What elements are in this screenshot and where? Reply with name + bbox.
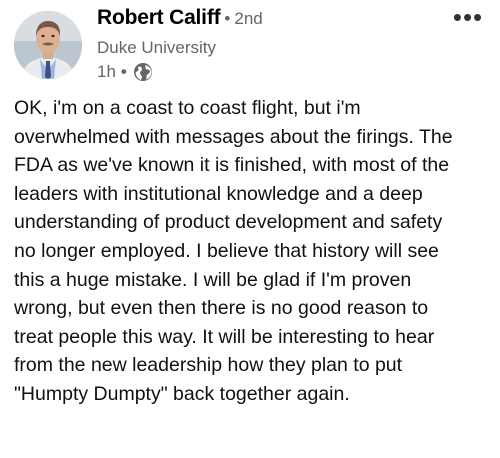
post-card: Robert Califf • 2nd Duke University 1h • … <box>0 0 500 458</box>
name-row: Robert Califf • 2nd <box>97 6 437 34</box>
time-separator: • <box>120 62 127 81</box>
author-headline: Duke University <box>97 38 217 57</box>
post-timestamp-row: 1h • <box>97 60 437 84</box>
post-body-text: OK, i'm on a coast to coast flight, but … <box>14 97 453 405</box>
more-options-icon[interactable]: ••• <box>448 2 488 32</box>
connection-degree-label: 2nd <box>234 9 263 28</box>
author-meta: Robert Califf • 2nd Duke University 1h • <box>97 6 437 84</box>
avatar[interactable] <box>14 11 82 79</box>
post-time: 1h <box>97 62 116 81</box>
profile-photo <box>14 11 82 79</box>
globe-icon <box>133 62 153 82</box>
author-name[interactable]: Robert Califf <box>97 6 221 30</box>
post-header: Robert Califf • 2nd Duke University 1h • … <box>0 0 500 90</box>
connection-degree: • 2nd <box>224 9 262 29</box>
connection-dot: • <box>224 9 231 28</box>
